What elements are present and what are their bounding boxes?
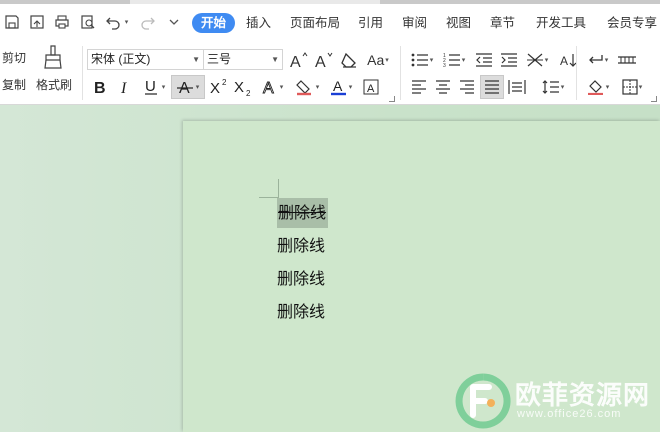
show-hide-marks-button[interactable]: ▾ xyxy=(583,49,611,71)
highlight-button[interactable]: ▾ xyxy=(291,76,323,98)
svg-text:A: A xyxy=(315,54,326,70)
tab-developer[interactable]: 开发工具 xyxy=(536,13,586,33)
distributed-align-icon[interactable] xyxy=(506,76,528,98)
decrease-font-size-icon[interactable]: A xyxy=(313,49,335,71)
format-painter-icon[interactable] xyxy=(41,44,65,70)
document-line[interactable]: 删除线 xyxy=(277,231,325,261)
home-toolbar: 剪切 复制 格式刷 宋体 (正文) ▼ 三号 ▼ A A Aa ▾ B I U … xyxy=(0,40,660,105)
redo-icon[interactable] xyxy=(139,13,157,31)
change-case-button[interactable]: Aa ▾ xyxy=(363,49,393,71)
divider xyxy=(576,46,577,100)
chinese-layout-button[interactable]: ▾ xyxy=(523,49,551,71)
chevron-down-icon: ▼ xyxy=(271,55,279,64)
clear-formatting-icon[interactable] xyxy=(338,49,360,71)
svg-text:2: 2 xyxy=(222,78,227,87)
svg-text:2: 2 xyxy=(246,89,251,96)
tab-page-layout[interactable]: 页面布局 xyxy=(290,13,340,33)
watermark-logo-icon xyxy=(455,373,511,429)
watermark-url: www.office26.com xyxy=(517,408,622,420)
borders-button[interactable]: ▾ xyxy=(617,76,647,98)
divider xyxy=(400,46,401,100)
increase-font-size-icon[interactable]: A xyxy=(288,49,310,71)
svg-text:U: U xyxy=(145,78,156,95)
tab-chapter[interactable]: 章节 xyxy=(490,13,515,33)
svg-text:3: 3 xyxy=(443,63,446,68)
strikethrough-button[interactable]: A ▾ xyxy=(171,75,205,99)
document-line[interactable]: 删除线 xyxy=(277,264,325,294)
copy-button[interactable]: 复制 xyxy=(2,76,26,93)
subscript-button[interactable]: X2 xyxy=(233,76,255,98)
divider xyxy=(82,46,83,100)
character-border-icon[interactable]: A xyxy=(360,76,382,98)
align-right-button[interactable] xyxy=(456,76,478,98)
svg-text:X: X xyxy=(210,80,220,96)
superscript-button[interactable]: X2 xyxy=(209,76,231,98)
numbering-button[interactable]: 1 2 3 ▾ xyxy=(440,49,468,71)
svg-text:A: A xyxy=(560,54,568,68)
svg-text:A: A xyxy=(367,83,375,95)
font-dialog-launcher-icon[interactable] xyxy=(389,96,395,102)
align-left-button[interactable] xyxy=(408,76,430,98)
text-effects-button[interactable]: A ▾ xyxy=(257,76,287,98)
save-icon[interactable] xyxy=(3,13,21,31)
increase-indent-icon[interactable] xyxy=(498,49,520,71)
svg-text:B: B xyxy=(94,80,106,96)
svg-text:I: I xyxy=(120,80,127,96)
document-line-selected[interactable]: 删除线 xyxy=(277,198,329,228)
italic-button[interactable]: I xyxy=(114,76,136,98)
format-painter-button[interactable]: 格式刷 xyxy=(36,76,72,93)
svg-text:A: A xyxy=(290,54,301,70)
document-line[interactable]: 删除线 xyxy=(277,297,325,327)
tab-member[interactable]: 会员专享 xyxy=(607,13,657,33)
menu-row: ▾ 开始 插入 页面布局 引用 审阅 视图 章节 开发工具 会员专享 xyxy=(0,4,660,40)
shading-button[interactable]: ▾ xyxy=(583,76,613,98)
justify-button[interactable] xyxy=(480,75,504,99)
watermark-title: 欧菲资源网 xyxy=(515,381,651,411)
bullets-button[interactable]: ▾ xyxy=(408,49,436,71)
change-case-label: Aa xyxy=(367,52,385,68)
cut-button[interactable]: 剪切 xyxy=(2,49,26,66)
tab-references[interactable]: 引用 xyxy=(358,13,383,33)
svg-text:X: X xyxy=(234,79,244,96)
font-family-value: 宋体 (正文) xyxy=(91,52,151,66)
font-size-value: 三号 xyxy=(207,52,232,66)
tab-home[interactable]: 开始 xyxy=(192,13,236,33)
page-margin-marker xyxy=(259,197,279,198)
table-tools-icon[interactable] xyxy=(616,49,638,71)
tab-view[interactable]: 视图 xyxy=(446,13,471,33)
paragraph-dialog-launcher-icon[interactable] xyxy=(651,96,657,102)
export-pdf-icon[interactable] xyxy=(28,13,46,31)
chevron-down-icon: ▼ xyxy=(192,55,200,64)
align-center-button[interactable] xyxy=(432,76,454,98)
page-margin-marker xyxy=(278,179,279,198)
bold-button[interactable]: B xyxy=(89,76,111,98)
ribbon: ▾ 开始 插入 页面布局 引用 审阅 视图 章节 开发工具 会员专享 剪切 复制… xyxy=(0,4,660,105)
tab-review[interactable]: 审阅 xyxy=(402,13,427,33)
line-spacing-button[interactable]: ▾ xyxy=(538,76,568,98)
customize-toolbar-icon[interactable] xyxy=(165,13,183,31)
print-icon[interactable] xyxy=(53,13,71,31)
font-color-button[interactable]: A ▾ xyxy=(326,76,356,98)
font-size-select[interactable]: 三号 ▼ xyxy=(203,49,283,70)
font-family-select[interactable]: 宋体 (正文) ▼ xyxy=(87,49,204,70)
svg-text:A: A xyxy=(333,78,343,94)
print-preview-icon[interactable] xyxy=(79,13,97,31)
undo-dropdown-icon[interactable]: ▾ xyxy=(121,13,131,31)
tab-insert[interactable]: 插入 xyxy=(246,13,271,33)
decrease-indent-icon[interactable] xyxy=(473,49,495,71)
underline-button[interactable]: U ▾ xyxy=(139,76,169,98)
svg-text:A: A xyxy=(263,80,274,96)
undo-icon[interactable] xyxy=(104,13,122,31)
